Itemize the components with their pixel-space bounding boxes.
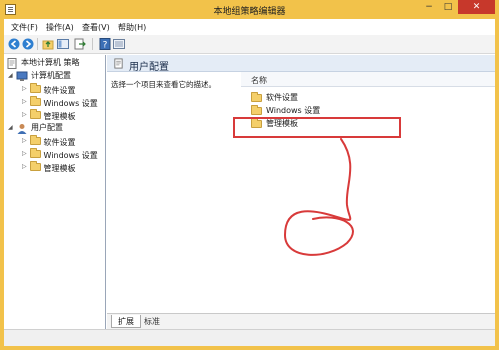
folder-icon [30, 83, 41, 93]
view-tabs: 扩展 标准 [107, 313, 495, 329]
tree-item-label: Windows 设置 [43, 99, 98, 108]
folder-icon [30, 135, 41, 145]
collapsed-arrow-icon[interactable]: ▷ [22, 161, 30, 173]
up-folder-icon[interactable] [42, 38, 54, 50]
tree-item-label: 管理模板 [43, 164, 76, 173]
collapsed-arrow-icon[interactable]: ▷ [22, 83, 30, 95]
svg-text:?: ? [103, 41, 108, 51]
forward-arrow-icon[interactable] [22, 38, 34, 50]
computer-icon [16, 71, 28, 81]
tree-item-label: 计算机配置 [31, 71, 71, 80]
tree-item-label: Windows 设置 [43, 151, 98, 160]
tree-item-label: 用户配置 [31, 123, 63, 132]
menu-view[interactable]: 查看(V) [82, 22, 110, 33]
tree-item-label: 本地计算机 策略 [21, 58, 80, 67]
filter-icon[interactable] [113, 38, 125, 50]
policy-document-icon [7, 58, 17, 69]
title-bar: 本地组策略编辑器 − □ ✕ [0, 0, 499, 19]
tree-item-label: 软件设置 [43, 86, 76, 95]
tree-item-user-windows[interactable]: ▷ Windows 设置 [22, 148, 98, 160]
tab-standard[interactable]: 标准 [138, 315, 166, 328]
collapsed-arrow-icon[interactable]: ▷ [22, 148, 30, 160]
folder-icon [30, 109, 41, 119]
tree-item-root[interactable]: 本地计算机 策略 [6, 57, 80, 69]
menu-action[interactable]: 操作(A) [46, 22, 74, 33]
menu-help[interactable]: 帮助(H) [118, 22, 146, 33]
maximize-button[interactable]: □ [439, 0, 457, 14]
tree-item-computer-config[interactable]: ◢ 计算机配置 [8, 70, 71, 82]
details-pane: 用户配置 选择一个项目来查看它的描述。 名称 软件设置 Windows 设置 管… [107, 55, 495, 329]
user-icon [17, 124, 27, 134]
tree-item-user-config[interactable]: ◢ 用户配置 [8, 122, 63, 134]
expanded-arrow-icon[interactable]: ◢ [8, 122, 16, 134]
help-icon[interactable]: ? [99, 38, 111, 50]
folder-icon [30, 161, 41, 171]
tree-item-computer-software[interactable]: ▷ 软件设置 [22, 83, 76, 95]
collapsed-arrow-icon[interactable]: ▷ [22, 135, 30, 147]
expanded-arrow-icon[interactable]: ◢ [8, 70, 16, 82]
window-frame-bottom [0, 346, 499, 350]
toolbar: ? [4, 35, 495, 54]
collapsed-arrow-icon[interactable]: ▷ [22, 109, 30, 121]
tree-item-user-admin[interactable]: ▷ 管理模板 [22, 161, 76, 173]
tree-item-user-software[interactable]: ▷ 软件设置 [22, 135, 76, 147]
folder-icon [30, 96, 41, 106]
tree-item-label: 软件设置 [43, 138, 76, 147]
toolbar-separator [92, 38, 93, 50]
menu-bar: 文件(F) 操作(A) 查看(V) 帮助(H) [4, 19, 495, 35]
menu-file[interactable]: 文件(F) [11, 22, 38, 33]
window-frame-right [495, 19, 499, 350]
back-arrow-icon[interactable] [8, 38, 20, 50]
export-list-icon[interactable] [74, 38, 86, 50]
toolbar-separator [37, 38, 38, 50]
collapsed-arrow-icon[interactable]: ▷ [22, 96, 30, 108]
navigation-tree: 本地计算机 策略 ◢ 计算机配置 ▷ 软件设置 ▷ Windows 设置 ▷ 管… [4, 55, 106, 329]
annotation-scribble [283, 138, 354, 256]
tree-item-label: 管理模板 [43, 112, 76, 121]
tree-item-computer-admin[interactable]: ▷ 管理模板 [22, 109, 76, 121]
close-button[interactable]: ✕ [458, 0, 495, 14]
tab-extended[interactable]: 扩展 [111, 315, 141, 328]
folder-icon [30, 148, 41, 158]
status-bar [4, 329, 495, 346]
tree-item-computer-windows[interactable]: ▷ Windows 设置 [22, 96, 98, 108]
show-hide-tree-icon[interactable] [57, 38, 69, 50]
minimize-button[interactable]: − [420, 0, 438, 14]
